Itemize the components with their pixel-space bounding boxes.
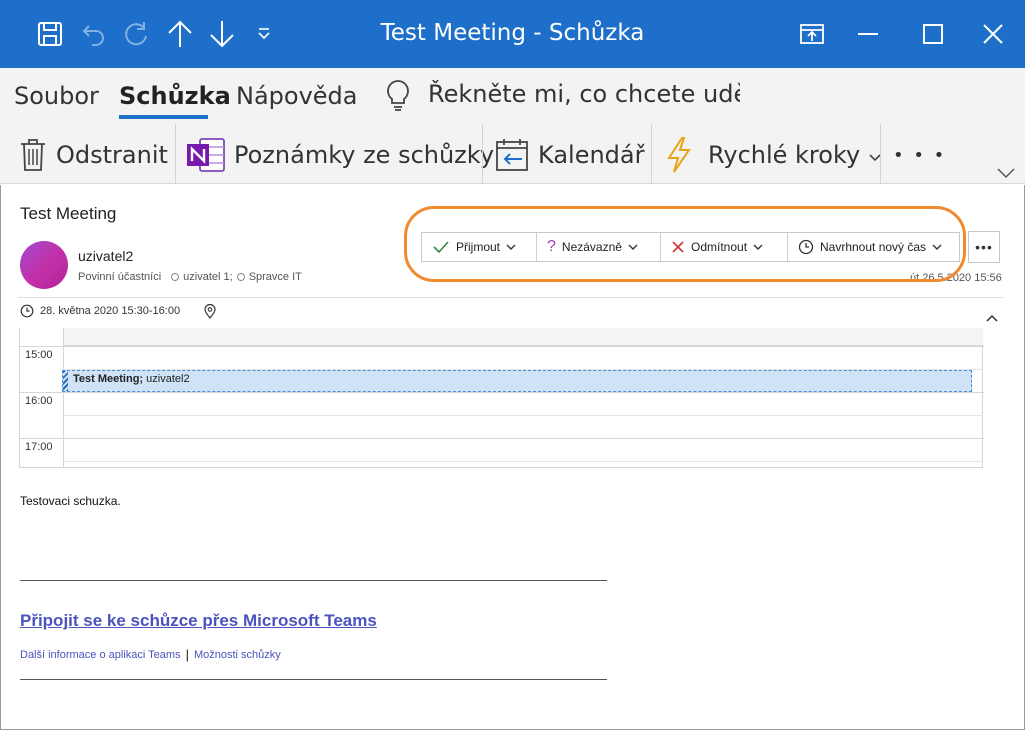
response-toolbar: Přijmout ? Nezávazně Odmítnout Navrhnout… xyxy=(421,232,960,262)
more-commands-button[interactable]: • • • xyxy=(893,130,946,180)
grid-line xyxy=(20,392,984,393)
meeting-notes-label: Poznámky ze schůzky xyxy=(234,141,495,169)
expand-ribbon-icon[interactable] xyxy=(996,166,1016,184)
meeting-subject: Test Meeting xyxy=(20,204,117,223)
quick-steps-label: Rychlé kroky xyxy=(708,141,861,169)
grid-line xyxy=(63,461,983,462)
question-mark-icon: ? xyxy=(547,238,556,255)
ribbon: Odstranit Poznámky ze schůzky Kalendář R… xyxy=(0,124,1025,184)
calendar-icon xyxy=(494,137,530,173)
sender-name[interactable]: uzivatel2 xyxy=(78,248,133,264)
calendar-label: Kalendář xyxy=(538,141,645,169)
tab-help[interactable]: Nápověda xyxy=(236,82,358,110)
lightbulb-icon xyxy=(384,78,412,117)
time-label: 15:00 xyxy=(25,349,53,361)
grid-line xyxy=(63,415,983,416)
link-separator: | xyxy=(185,647,189,662)
propose-new-time-button[interactable]: Navrhnout nový čas xyxy=(788,233,959,261)
quick-steps-button[interactable]: Rychlé kroky xyxy=(664,130,882,180)
ribbon-separator xyxy=(880,124,881,184)
close-icon[interactable] xyxy=(975,14,1011,54)
accept-button[interactable]: Přijmout xyxy=(422,233,537,261)
location-pin-icon xyxy=(204,303,216,324)
divider xyxy=(20,679,607,680)
more-actions-button[interactable]: ••• xyxy=(968,231,1000,263)
sent-date: út 26.5.2020 15:56 xyxy=(910,272,1002,284)
meeting-time-row: 28. května 2020 15:30-16:00 xyxy=(20,304,180,318)
chevron-down-icon xyxy=(753,244,763,251)
propose-new-time-label: Navrhnout nový čas xyxy=(820,240,927,254)
calendar-button[interactable]: Kalendář xyxy=(494,130,644,180)
meeting-time: 28. května 2020 15:30-16:00 xyxy=(40,305,181,317)
title-bar: Test Meeting - Schůzka xyxy=(0,0,1025,68)
delete-button[interactable]: Odstranit xyxy=(18,130,168,180)
attendees-row: Povinní účastníci uzivatel 1; Spravce IT xyxy=(78,271,302,283)
onenote-icon xyxy=(186,137,226,173)
accept-label: Přijmout xyxy=(456,240,501,254)
attendee[interactable]: uzivatel 1; xyxy=(183,271,233,283)
tab-file[interactable]: Soubor xyxy=(14,82,99,110)
clock-icon xyxy=(20,304,34,318)
time-label: 16:00 xyxy=(25,395,53,407)
decline-label: Odmítnout xyxy=(691,240,748,254)
event-title: Test Meeting; xyxy=(73,373,144,385)
learn-more-link[interactable]: Další informace o aplikaci Teams xyxy=(20,649,181,661)
time-label: 17:00 xyxy=(25,441,53,453)
teams-links-row: Další informace o aplikaci Teams | Možno… xyxy=(20,647,281,662)
maximize-icon[interactable] xyxy=(915,14,951,54)
ribbon-separator xyxy=(651,124,652,184)
tentative-button[interactable]: ? Nezávazně xyxy=(537,233,661,261)
message-body: Testovaci schuzka. xyxy=(20,494,121,508)
clock-icon xyxy=(798,239,814,255)
grid-line xyxy=(20,346,984,347)
active-tab-indicator xyxy=(119,115,208,119)
minimize-icon[interactable] xyxy=(850,14,886,54)
ribbon-separator xyxy=(482,124,483,184)
tab-meeting[interactable]: Schůzka xyxy=(119,82,231,110)
divider xyxy=(20,580,607,581)
grid-line xyxy=(20,438,984,439)
tell-me-search[interactable]: Řekněte mi, co chcete uděl xyxy=(428,80,740,108)
calendar-grid xyxy=(63,328,983,468)
chevron-down-icon xyxy=(506,244,516,251)
delete-label: Odstranit xyxy=(56,141,168,169)
event-busy-indicator xyxy=(63,371,68,391)
ribbon-separator xyxy=(175,124,176,184)
calendar-event[interactable]: Test Meeting; uzivatel2 xyxy=(62,370,972,392)
join-teams-meeting-link[interactable]: Připojit se ke schůzce přes Microsoft Te… xyxy=(20,611,377,631)
decline-button[interactable]: Odmítnout xyxy=(661,233,788,261)
ribbon-display-options-icon[interactable] xyxy=(794,14,830,54)
ribbon-tabs: Soubor Schůzka Nápověda Řekněte mi, co c… xyxy=(0,68,1025,124)
calendar-preview: 15:00 16:00 17:00 xyxy=(19,328,984,468)
meeting-notes-button[interactable]: Poznámky ze schůzky xyxy=(186,130,494,180)
divider xyxy=(18,297,1004,298)
required-attendees-label: Povinní účastníci xyxy=(78,271,162,283)
meeting-options-link[interactable]: Možnosti schůzky xyxy=(194,649,281,661)
trash-icon xyxy=(18,137,48,173)
tentative-label: Nezávazně xyxy=(561,240,622,254)
x-mark-icon xyxy=(671,240,685,254)
presence-icon xyxy=(171,273,180,281)
chevron-down-icon xyxy=(628,244,638,251)
lightning-icon xyxy=(664,136,694,174)
avatar xyxy=(20,241,68,289)
chevron-down-icon xyxy=(932,244,942,251)
presence-icon xyxy=(236,273,245,281)
attendee[interactable]: Spravce IT xyxy=(249,271,302,283)
event-organizer: uzivatel2 xyxy=(146,373,190,385)
collapse-icon[interactable] xyxy=(985,310,999,328)
checkmark-icon xyxy=(432,240,450,254)
